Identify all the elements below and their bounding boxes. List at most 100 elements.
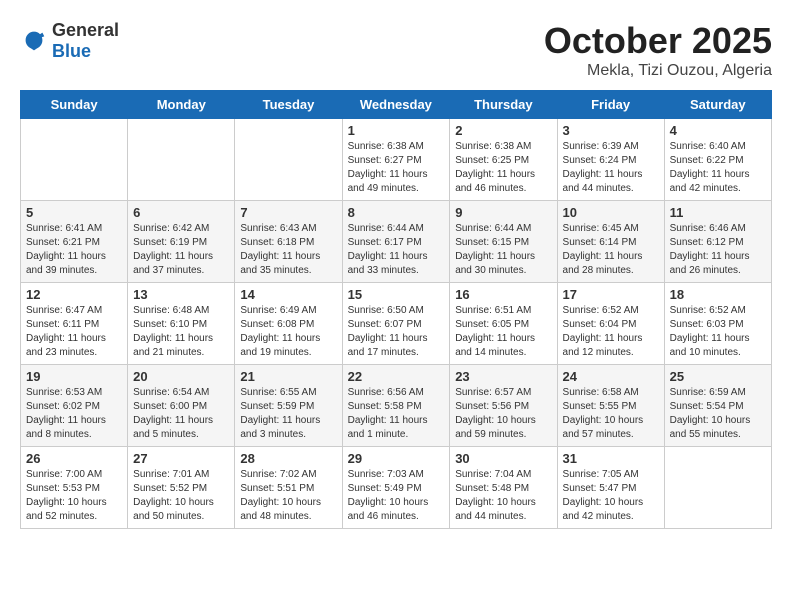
day-number: 7	[240, 205, 336, 220]
month-title: October 2025	[544, 20, 772, 62]
calendar-cell: 29 Sunrise: 7:03 AM Sunset: 5:49 PM Dayli…	[342, 447, 450, 529]
calendar-week-row: 1Sunrise: 6:38 AM Sunset: 6:27 PM Daylig…	[21, 119, 772, 201]
calendar-cell: 9 Sunrise: 6:44 AM Sunset: 6:15 PM Daylig…	[450, 201, 557, 283]
calendar-cell: 10 Sunrise: 6:45 AM Sunset: 6:14 PM Dayli…	[557, 201, 664, 283]
weekday-header: Wednesday	[342, 91, 450, 119]
day-number: 20	[133, 369, 229, 384]
day-detail: Sunrise: 6:44 AM Sunset: 6:15 PM Dayligh…	[455, 222, 551, 278]
calendar-cell: 2 Sunrise: 6:38 AM Sunset: 6:25 PM Daylig…	[450, 119, 557, 201]
calendar-cell: 16Sunrise: 6:51 AM Sunset: 6:05 PM Dayli…	[450, 283, 557, 365]
calendar-cell: 7 Sunrise: 6:43 AM Sunset: 6:18 PM Daylig…	[235, 201, 342, 283]
day-detail: Sunrise: 6:38 AM Sunset: 6:25 PM Dayligh…	[455, 140, 551, 196]
calendar-cell: 24Sunrise: 6:58 AM Sunset: 5:55 PM Dayli…	[557, 365, 664, 447]
calendar-cell: 11 Sunrise: 6:46 AM Sunset: 6:12 PM Dayli…	[664, 201, 771, 283]
calendar-cell: 8Sunrise: 6:44 AM Sunset: 6:17 PM Daylig…	[342, 201, 450, 283]
day-number: 27	[133, 451, 229, 466]
location-title: Mekla, Tizi Ouzou, Algeria	[544, 62, 772, 80]
day-number: 16	[455, 287, 551, 302]
calendar-cell: 26Sunrise: 7:00 AM Sunset: 5:53 PM Dayli…	[21, 447, 128, 529]
day-detail: Sunrise: 6:40 AM Sunset: 6:22 PM Dayligh…	[670, 140, 766, 196]
day-number: 3	[563, 123, 659, 138]
weekday-header: Sunday	[21, 91, 128, 119]
day-number: 19	[26, 369, 122, 384]
calendar-cell: 25 Sunrise: 6:59 AM Sunset: 5:54 PM Dayli…	[664, 365, 771, 447]
calendar-table: SundayMondayTuesdayWednesdayThursdayFrid…	[20, 90, 772, 529]
day-number: 31	[563, 451, 659, 466]
day-detail: Sunrise: 7:03 AM Sunset: 5:49 PM Dayligh…	[348, 468, 445, 524]
day-number: 29	[348, 451, 445, 466]
calendar-cell	[21, 119, 128, 201]
day-number: 4	[670, 123, 766, 138]
day-detail: Sunrise: 6:46 AM Sunset: 6:12 PM Dayligh…	[670, 222, 766, 278]
calendar-cell: 31 Sunrise: 7:05 AM Sunset: 5:47 PM Dayli…	[557, 447, 664, 529]
calendar-cell: 20 Sunrise: 6:54 AM Sunset: 6:00 PM Dayli…	[128, 365, 235, 447]
day-number: 9	[455, 205, 551, 220]
day-number: 15	[348, 287, 445, 302]
day-number: 18	[670, 287, 766, 302]
day-detail: Sunrise: 6:48 AM Sunset: 6:10 PM Dayligh…	[133, 304, 229, 360]
calendar-cell	[664, 447, 771, 529]
calendar-cell: 15Sunrise: 6:50 AM Sunset: 6:07 PM Dayli…	[342, 283, 450, 365]
day-detail: Sunrise: 7:04 AM Sunset: 5:48 PM Dayligh…	[455, 468, 551, 524]
day-detail: Sunrise: 6:55 AM Sunset: 5:59 PM Dayligh…	[240, 386, 336, 442]
day-number: 23	[455, 369, 551, 384]
day-detail: Sunrise: 6:41 AM Sunset: 6:21 PM Dayligh…	[26, 222, 122, 278]
day-detail: Sunrise: 7:01 AM Sunset: 5:52 PM Dayligh…	[133, 468, 229, 524]
calendar-cell: 22 Sunrise: 6:56 AM Sunset: 5:58 PM Dayli…	[342, 365, 450, 447]
logo-text: General Blue	[52, 20, 119, 62]
day-detail: Sunrise: 6:58 AM Sunset: 5:55 PM Dayligh…	[563, 386, 659, 442]
page-header: General Blue October 2025 Mekla, Tizi Ou…	[20, 20, 772, 80]
calendar-cell: 6 Sunrise: 6:42 AM Sunset: 6:19 PM Daylig…	[128, 201, 235, 283]
day-detail: Sunrise: 7:02 AM Sunset: 5:51 PM Dayligh…	[240, 468, 336, 524]
calendar-cell: 4 Sunrise: 6:40 AM Sunset: 6:22 PM Daylig…	[664, 119, 771, 201]
day-detail: Sunrise: 7:00 AM Sunset: 5:53 PM Dayligh…	[26, 468, 122, 524]
day-number: 11	[670, 205, 766, 220]
calendar-cell: 28Sunrise: 7:02 AM Sunset: 5:51 PM Dayli…	[235, 447, 342, 529]
weekday-header: Thursday	[450, 91, 557, 119]
day-detail: Sunrise: 6:59 AM Sunset: 5:54 PM Dayligh…	[670, 386, 766, 442]
day-detail: Sunrise: 6:57 AM Sunset: 5:56 PM Dayligh…	[455, 386, 551, 442]
calendar-cell: 27 Sunrise: 7:01 AM Sunset: 5:52 PM Dayli…	[128, 447, 235, 529]
day-detail: Sunrise: 6:47 AM Sunset: 6:11 PM Dayligh…	[26, 304, 122, 360]
logo-icon	[20, 27, 48, 55]
day-detail: Sunrise: 6:43 AM Sunset: 6:18 PM Dayligh…	[240, 222, 336, 278]
day-number: 17	[563, 287, 659, 302]
calendar-week-row: 19Sunrise: 6:53 AM Sunset: 6:02 PM Dayli…	[21, 365, 772, 447]
calendar-cell: 23 Sunrise: 6:57 AM Sunset: 5:56 PM Dayli…	[450, 365, 557, 447]
calendar-cell: 21Sunrise: 6:55 AM Sunset: 5:59 PM Dayli…	[235, 365, 342, 447]
weekday-header: Saturday	[664, 91, 771, 119]
day-number: 2	[455, 123, 551, 138]
day-number: 14	[240, 287, 336, 302]
calendar-cell: 17 Sunrise: 6:52 AM Sunset: 6:04 PM Dayli…	[557, 283, 664, 365]
day-number: 5	[26, 205, 122, 220]
calendar-cell: 14 Sunrise: 6:49 AM Sunset: 6:08 PM Dayli…	[235, 283, 342, 365]
logo-blue: Blue	[52, 41, 91, 61]
day-detail: Sunrise: 6:38 AM Sunset: 6:27 PM Dayligh…	[348, 140, 445, 196]
title-block: October 2025 Mekla, Tizi Ouzou, Algeria	[544, 20, 772, 80]
day-number: 12	[26, 287, 122, 302]
day-detail: Sunrise: 7:05 AM Sunset: 5:47 PM Dayligh…	[563, 468, 659, 524]
day-number: 30	[455, 451, 551, 466]
weekday-header: Tuesday	[235, 91, 342, 119]
day-number: 22	[348, 369, 445, 384]
day-detail: Sunrise: 6:56 AM Sunset: 5:58 PM Dayligh…	[348, 386, 445, 442]
day-number: 6	[133, 205, 229, 220]
day-detail: Sunrise: 6:45 AM Sunset: 6:14 PM Dayligh…	[563, 222, 659, 278]
logo-general: General	[52, 20, 119, 40]
day-detail: Sunrise: 6:42 AM Sunset: 6:19 PM Dayligh…	[133, 222, 229, 278]
day-number: 25	[670, 369, 766, 384]
calendar-cell: 30 Sunrise: 7:04 AM Sunset: 5:48 PM Dayli…	[450, 447, 557, 529]
day-number: 10	[563, 205, 659, 220]
weekday-header: Friday	[557, 91, 664, 119]
day-detail: Sunrise: 6:54 AM Sunset: 6:00 PM Dayligh…	[133, 386, 229, 442]
day-detail: Sunrise: 6:49 AM Sunset: 6:08 PM Dayligh…	[240, 304, 336, 360]
day-number: 13	[133, 287, 229, 302]
calendar-cell: 18Sunrise: 6:52 AM Sunset: 6:03 PM Dayli…	[664, 283, 771, 365]
calendar-week-row: 12 Sunrise: 6:47 AM Sunset: 6:11 PM Dayli…	[21, 283, 772, 365]
day-detail: Sunrise: 6:52 AM Sunset: 6:04 PM Dayligh…	[563, 304, 659, 360]
calendar-cell: 3Sunrise: 6:39 AM Sunset: 6:24 PM Daylig…	[557, 119, 664, 201]
calendar-cell: 5 Sunrise: 6:41 AM Sunset: 6:21 PM Daylig…	[21, 201, 128, 283]
calendar-cell: 13 Sunrise: 6:48 AM Sunset: 6:10 PM Dayli…	[128, 283, 235, 365]
calendar-cell	[235, 119, 342, 201]
calendar-week-row: 5 Sunrise: 6:41 AM Sunset: 6:21 PM Daylig…	[21, 201, 772, 283]
